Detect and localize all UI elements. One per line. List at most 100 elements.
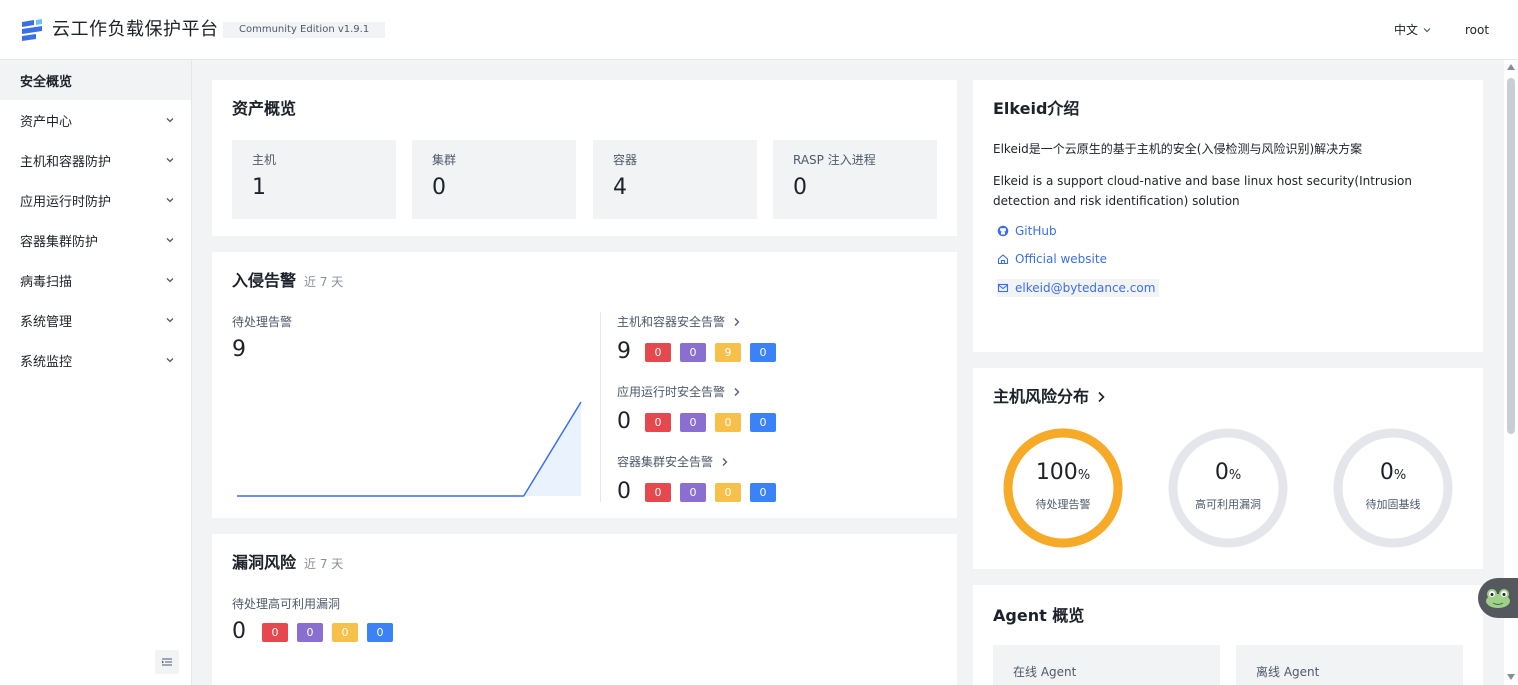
scroll-up-arrow-icon[interactable]	[1507, 64, 1515, 70]
card-title: 资产概览	[232, 99, 297, 118]
offline-agent-stat[interactable]: 离线 Agent	[1236, 645, 1463, 685]
medium-count-badge: 0	[715, 412, 741, 432]
github-icon	[997, 225, 1009, 237]
ring-number: 0	[1214, 460, 1229, 485]
frog-mascot-icon	[1486, 589, 1510, 608]
ring-number: 100	[1035, 460, 1078, 485]
user-menu[interactable]: root	[1465, 21, 1489, 39]
sidebar-collapse-button[interactable]	[155, 650, 179, 674]
menu-fold-icon	[162, 658, 172, 666]
host-risk-title-link[interactable]: 主机风险分布	[993, 386, 1106, 408]
vulnerability-risk-card: 漏洞风险近 7 天 待处理高可利用漏洞 0 0 0 0 0	[212, 534, 957, 685]
low-count-badge: 0	[750, 482, 776, 502]
alert-total: 9	[617, 339, 631, 364]
pending-vuln-value: 0	[232, 619, 246, 644]
risk-ring-alerts[interactable]: 100% 待处理告警	[1003, 428, 1123, 548]
severity-row: 0 0 0 0 0	[617, 478, 937, 506]
critical-count-badge: 0	[645, 412, 671, 432]
stat-cluster[interactable]: 集群 0	[412, 140, 576, 219]
ring-unit: %	[1077, 468, 1091, 483]
sidebar-item-label: 容器集群防护	[20, 234, 99, 250]
stat-rasp[interactable]: RASP 注入进程 0	[773, 140, 937, 219]
host-risk-card: 主机风险分布 100% 待处理告警 0% 高可利用漏洞 0% 待加固基线	[973, 368, 1483, 569]
ring-progress	[1003, 428, 1123, 548]
stat-host[interactable]: 主机 1	[232, 140, 396, 219]
card-title: Elkeid介绍	[993, 99, 1080, 118]
scroll-down-arrow-icon[interactable]	[1507, 674, 1515, 680]
sidebar-item-system-monitor[interactable]: 系统监控	[0, 340, 191, 380]
severity-row: 0 0 0 0 0	[617, 408, 937, 436]
ring-label: 待加固基线	[1365, 498, 1421, 511]
critical-count-badge: 0	[262, 622, 288, 642]
severity-row: 9 0 0 9 0	[617, 338, 937, 366]
medium-count-badge: 0	[715, 482, 741, 502]
risk-ring-vulns[interactable]: 0% 高可利用漏洞	[1168, 428, 1288, 548]
alert-group-title: 主机和容器安全告警	[617, 315, 726, 329]
alert-group-title: 容器集群安全告警	[617, 455, 714, 469]
email-link[interactable]: elkeid@bytedance.com	[997, 279, 1160, 297]
link-label: elkeid@bytedance.com	[1015, 281, 1156, 295]
stat-container[interactable]: 容器 4	[593, 140, 757, 219]
github-link[interactable]: GitHub	[997, 222, 1057, 240]
sidebar-item-host-container[interactable]: 主机和容器防护	[0, 140, 191, 180]
risk-ring-baseline[interactable]: 0% 待加固基线	[1333, 428, 1453, 548]
stat-value: 0	[793, 175, 807, 200]
period-label: 近 7 天	[304, 275, 344, 289]
low-count-badge: 0	[750, 412, 776, 432]
alert-group-label: 主机和容器安全告警	[617, 314, 937, 330]
sidebar-item-label: 应用运行时防护	[20, 194, 112, 210]
chevron-down-icon	[166, 198, 174, 203]
stat-label: 离线 Agent	[1256, 665, 1320, 679]
stat-value: 4	[613, 175, 627, 200]
alert-total: 0	[617, 409, 631, 434]
low-count-badge: 0	[750, 342, 776, 362]
alert-group-title: 应用运行时安全告警	[617, 385, 726, 399]
chevron-right-icon	[1098, 391, 1105, 403]
divider	[600, 312, 601, 502]
sidebar-item-container-cluster[interactable]: 容器集群防护	[0, 220, 191, 260]
intrusion-alerts-card: 入侵告警近 7 天 待处理告警 9 主机和容器安全告警 9 0 0 9 0 应用…	[212, 252, 957, 518]
sidebar-item-virus-scan[interactable]: 病毒扫描	[0, 260, 191, 300]
period-label: 近 7 天	[304, 557, 344, 571]
assistant-widget[interactable]	[1478, 578, 1518, 618]
alert-group-container-cluster[interactable]: 容器集群安全告警 0 0 0 0 0	[617, 454, 937, 506]
ring-value: 0%	[1333, 460, 1453, 485]
ring-unit: %	[1228, 468, 1242, 483]
ring-label: 待处理告警	[1035, 498, 1091, 511]
description-cn: Elkeid是一个云原生的基于主机的安全(入侵检测与风险识别)解决方案	[993, 142, 1363, 156]
sidebar-item-label: 系统管理	[20, 314, 73, 330]
sidebar-item-security-overview[interactable]: 安全概览	[0, 60, 191, 100]
alert-total: 0	[617, 479, 631, 504]
description-en: Elkeid is a support cloud-native and bas…	[993, 174, 1413, 208]
chevron-down-icon	[166, 318, 174, 323]
pending-vuln-label: 待处理高可利用漏洞	[232, 597, 341, 611]
medium-count-badge: 0	[332, 622, 358, 642]
severity-row: 0 0 0 0 0	[232, 618, 393, 646]
chevron-down-icon	[166, 238, 174, 243]
severity-badges: 0 0 0 0	[645, 482, 776, 502]
stat-label: RASP 注入进程	[793, 153, 876, 167]
sidebar-item-app-runtime[interactable]: 应用运行时防护	[0, 180, 191, 220]
language-switcher[interactable]: 中文	[1394, 21, 1432, 39]
sidebar-item-asset-center[interactable]: 资产中心	[0, 100, 191, 140]
alert-group-app-runtime[interactable]: 应用运行时安全告警 0 0 0 0 0	[617, 384, 937, 436]
high-count-badge: 0	[680, 482, 706, 502]
chevron-right-icon	[722, 458, 728, 466]
chevron-down-icon	[166, 278, 174, 283]
alert-trend-chart	[237, 401, 582, 497]
top-header: 云工作负载保护平台 Community Edition v1.9.1 中文 ro…	[0, 0, 1518, 60]
high-count-badge: 0	[297, 622, 323, 642]
sidebar-item-label: 安全概览	[20, 74, 73, 90]
official-website-link[interactable]: Official website	[997, 250, 1107, 268]
trend-line	[237, 401, 582, 497]
logo-icon	[22, 19, 42, 41]
sidebar-item-system-management[interactable]: 系统管理	[0, 300, 191, 340]
alert-group-host-container[interactable]: 主机和容器安全告警 9 0 0 9 0	[617, 314, 937, 366]
card-title: 漏洞风险近 7 天	[232, 552, 343, 575]
pending-alerts-label: 待处理告警	[232, 315, 293, 329]
alert-group-label: 容器集群安全告警	[617, 454, 937, 470]
online-agent-stat[interactable]: 在线 Agent	[993, 645, 1220, 685]
low-count-badge: 0	[367, 622, 393, 642]
scrollbar-thumb[interactable]	[1507, 78, 1515, 434]
sidebar-item-label: 主机和容器防护	[20, 154, 112, 170]
